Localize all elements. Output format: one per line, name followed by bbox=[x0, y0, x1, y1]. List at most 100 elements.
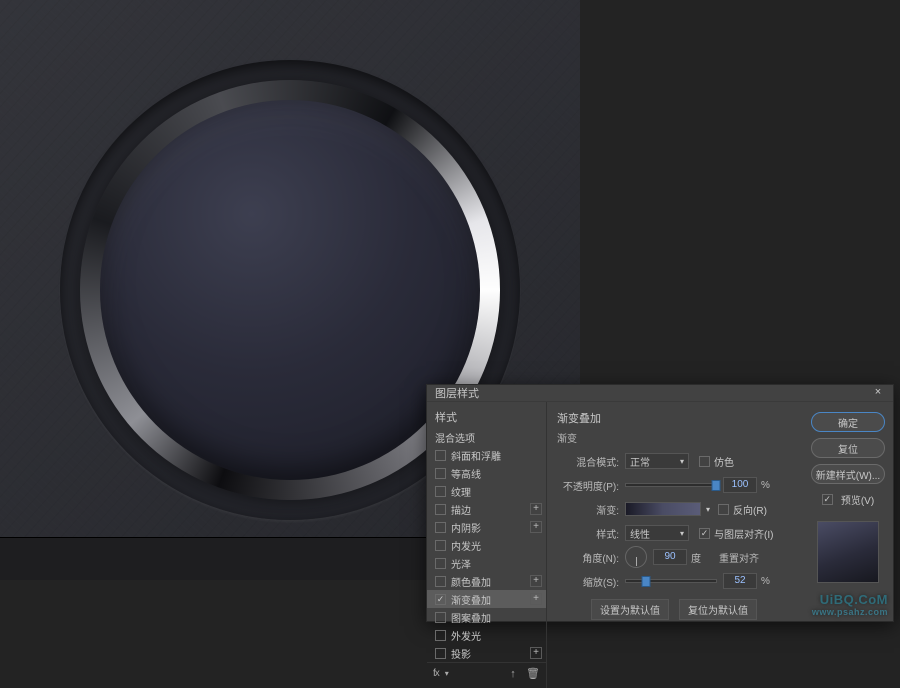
style-label: 内发光 bbox=[451, 538, 481, 553]
checkbox-icon[interactable] bbox=[435, 486, 446, 497]
style-label: 纹理 bbox=[451, 484, 471, 499]
opacity-slider[interactable] bbox=[625, 483, 717, 487]
checkbox-icon[interactable] bbox=[435, 540, 446, 551]
chevron-down-icon[interactable]: ▾ bbox=[445, 669, 449, 678]
row-scale: 缩放(S): 52 % bbox=[557, 571, 793, 591]
ring-inner bbox=[100, 100, 480, 480]
reset-align-button[interactable]: 重置对齐 bbox=[713, 549, 765, 566]
blend-mode-label: 混合模式: bbox=[557, 454, 625, 469]
row-blend-mode: 混合模式: 正常 ▾ 仿色 bbox=[557, 451, 793, 471]
checkbox-icon[interactable] bbox=[435, 576, 446, 587]
fx-icon[interactable]: fx bbox=[433, 668, 439, 679]
style-label: 混合选项 bbox=[435, 430, 475, 445]
dialog-titlebar[interactable]: 图层样式 × bbox=[427, 385, 893, 402]
style-inner-glow[interactable]: 内发光 bbox=[427, 536, 546, 554]
angle-label: 角度(N): bbox=[557, 550, 625, 565]
style-label: 外发光 bbox=[451, 628, 481, 643]
dialog-title-text: 图层样式 bbox=[435, 385, 479, 401]
checkbox-icon[interactable] bbox=[435, 648, 446, 659]
plus-icon[interactable]: + bbox=[530, 647, 542, 659]
opacity-unit: % bbox=[761, 480, 770, 491]
reset-default-button[interactable]: 复位为默认值 bbox=[679, 599, 757, 620]
preview-swatch bbox=[817, 521, 879, 583]
checkbox-icon[interactable] bbox=[435, 504, 446, 515]
checkbox-icon[interactable] bbox=[435, 522, 446, 533]
ok-button[interactable]: 确定 bbox=[811, 412, 885, 432]
blend-mode-select[interactable]: 正常 ▾ bbox=[625, 453, 689, 469]
plus-icon[interactable]: + bbox=[530, 575, 542, 587]
style-gradient-overlay[interactable]: ✓ 渐变叠加 + bbox=[427, 590, 546, 608]
checkbox-icon[interactable] bbox=[435, 558, 446, 569]
scale-input[interactable]: 52 bbox=[723, 573, 757, 589]
make-default-button[interactable]: 设置为默认值 bbox=[591, 599, 669, 620]
row-opacity: 不透明度(P): 100 % bbox=[557, 475, 793, 495]
style-pattern-overlay[interactable]: 图案叠加 bbox=[427, 608, 546, 626]
style-label: 投影 bbox=[451, 646, 471, 661]
opacity-label: 不透明度(P): bbox=[557, 478, 625, 493]
style-satin[interactable]: 光泽 bbox=[427, 554, 546, 572]
style-param-label: 样式: bbox=[557, 526, 625, 541]
style-outer-glow[interactable]: 外发光 bbox=[427, 626, 546, 644]
cancel-button[interactable]: 复位 bbox=[811, 438, 885, 458]
checkbox-icon[interactable] bbox=[435, 630, 446, 641]
preview-label: 预览(V) bbox=[841, 492, 874, 507]
reverse-label: 反向(R) bbox=[733, 502, 767, 517]
style-contour[interactable]: 等高线 bbox=[427, 464, 546, 482]
style-label: 斜面和浮雕 bbox=[451, 448, 501, 463]
angle-input[interactable]: 90 bbox=[653, 549, 687, 565]
style-inner-shadow[interactable]: 内阴影 + bbox=[427, 518, 546, 536]
params-subsection: 渐变 bbox=[557, 430, 793, 445]
style-bevel[interactable]: 斜面和浮雕 bbox=[427, 446, 546, 464]
style-color-overlay[interactable]: 颜色叠加 + bbox=[427, 572, 546, 590]
chevron-down-icon[interactable]: ▾ bbox=[706, 505, 710, 514]
plus-icon[interactable]: + bbox=[530, 503, 542, 515]
checkbox-icon[interactable]: ✓ bbox=[435, 594, 446, 605]
row-style: 样式: 线性 ▾ ✓ 与图层对齐(I) bbox=[557, 523, 793, 543]
reverse-checkbox[interactable] bbox=[718, 504, 729, 515]
slider-thumb-icon[interactable] bbox=[641, 576, 650, 587]
style-blend-options[interactable]: 混合选项 bbox=[427, 428, 546, 446]
scale-slider[interactable] bbox=[625, 579, 717, 583]
scale-label: 缩放(S): bbox=[557, 574, 625, 589]
new-style-button[interactable]: 新建样式(W)... bbox=[811, 464, 885, 484]
style-drop-shadow[interactable]: 投影 + bbox=[427, 644, 546, 662]
style-select[interactable]: 线性 ▾ bbox=[625, 525, 689, 541]
chevron-down-icon: ▾ bbox=[676, 529, 684, 538]
style-label: 描边 bbox=[451, 502, 471, 517]
gradient-label: 渐变: bbox=[557, 502, 625, 517]
close-icon[interactable]: × bbox=[871, 386, 885, 400]
style-label: 光泽 bbox=[451, 556, 471, 571]
row-gradient: 渐变: ▾ 反向(R) bbox=[557, 499, 793, 519]
trash-icon[interactable]: 🗑 bbox=[526, 667, 540, 680]
opacity-input[interactable]: 100 bbox=[723, 477, 757, 493]
style-label: 等高线 bbox=[451, 466, 481, 481]
params-panel: 渐变叠加 渐变 混合模式: 正常 ▾ 仿色 不透明度(P): 100 % bbox=[547, 402, 803, 688]
chevron-down-icon: ▾ bbox=[676, 457, 684, 466]
plus-icon[interactable]: + bbox=[530, 593, 542, 605]
style-label: 图案叠加 bbox=[451, 610, 491, 625]
plus-icon[interactable]: + bbox=[530, 521, 542, 533]
dither-label: 仿色 bbox=[714, 454, 734, 469]
angle-dial[interactable] bbox=[625, 546, 647, 568]
params-section-title: 渐变叠加 bbox=[557, 410, 793, 426]
checkbox-icon[interactable] bbox=[435, 612, 446, 623]
style-label: 内阴影 bbox=[451, 520, 481, 535]
style-label: 颜色叠加 bbox=[451, 574, 491, 589]
checkbox-icon[interactable] bbox=[435, 468, 446, 479]
style-texture[interactable]: 纹理 bbox=[427, 482, 546, 500]
style-value: 线性 bbox=[630, 526, 650, 541]
blend-mode-value: 正常 bbox=[630, 454, 650, 469]
style-stroke[interactable]: 描边 + bbox=[427, 500, 546, 518]
gradient-swatch[interactable] bbox=[625, 502, 701, 516]
styles-header[interactable]: 样式 bbox=[427, 406, 546, 428]
arrow-up-icon[interactable]: ↑ bbox=[506, 668, 520, 680]
dither-checkbox[interactable] bbox=[699, 456, 710, 467]
preview-checkbox[interactable]: ✓ bbox=[822, 494, 833, 505]
style-label: 渐变叠加 bbox=[451, 592, 491, 607]
slider-thumb-icon[interactable] bbox=[712, 480, 721, 491]
dialog-buttons: 确定 复位 新建样式(W)... ✓ 预览(V) bbox=[803, 402, 893, 688]
styles-list: 样式 混合选项 斜面和浮雕 等高线 纹理 描边 + bbox=[427, 402, 547, 688]
checkbox-icon[interactable] bbox=[435, 450, 446, 461]
align-checkbox[interactable]: ✓ bbox=[699, 528, 710, 539]
row-angle: 角度(N): 90 度 重置对齐 bbox=[557, 547, 793, 567]
